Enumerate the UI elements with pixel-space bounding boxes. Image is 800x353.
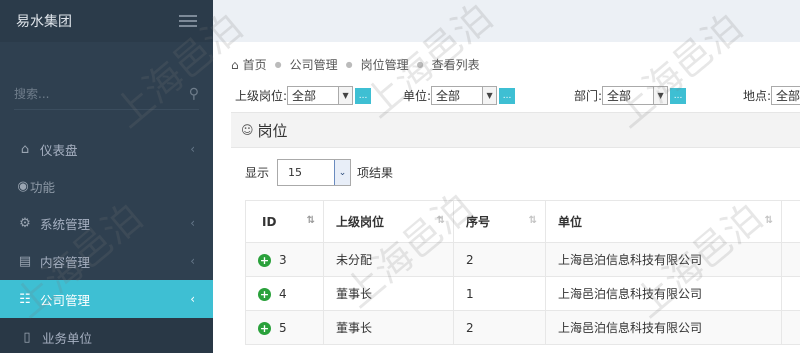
globe-icon: ◉ — [17, 178, 29, 194]
document-icon: ▯ — [23, 329, 31, 345]
sidebar-section-functions: ◉ 功能 — [0, 168, 213, 204]
sidebar-item-company[interactable]: ☷ 公司管理 ‹ — [0, 280, 213, 318]
sidebar-nav: ⌂ 仪表盘 ‹ ◉ 功能 ⚙ 系统管理 ‹ ▤ 内容管理 ‹ ☷ 公司管理 ‹ … — [0, 130, 213, 353]
search-input[interactable] — [14, 86, 164, 101]
table-row[interactable]: +4 董事长 1 上海邑泊信息科技有限公司 — [245, 276, 800, 311]
chevron-left-icon: ‹ — [190, 216, 195, 230]
sort-icon: ⇅ — [436, 215, 445, 226]
sort-icon: ⇅ — [528, 215, 537, 226]
sidebar: 易水集团 ⚲ ⌂ 仪表盘 ‹ ◉ 功能 ⚙ 系统管理 ‹ ▤ 内容管理 ‹ ☷ … — [0, 0, 213, 353]
org-chart-icon: ☷ — [19, 291, 31, 307]
chevron-left-icon: ‹ — [190, 254, 195, 268]
filter-label: 上级岗位: — [235, 89, 288, 103]
sidebar-item-label: 业务单位 — [42, 330, 93, 346]
length-suffix: 项结果 — [357, 166, 394, 180]
filter-label: 地点: — [743, 89, 772, 103]
column-header-seq[interactable]: 序号 ⇅ — [453, 200, 546, 243]
table-row[interactable]: +5 董事长 2 上海邑泊信息科技有限公司 — [245, 310, 800, 345]
filter-bar: 上级岗位: 全部 ▼ ... 单位: 全部 ▼ ... 部门: 全部 ▼ ...… — [235, 86, 800, 108]
chevron-left-icon: ‹ — [190, 142, 195, 156]
brand-bar: 易水集团 — [0, 0, 213, 42]
column-header-more[interactable] — [781, 200, 800, 243]
chevron-left-icon: ‹ — [190, 292, 195, 306]
expand-plus-icon[interactable]: + — [258, 321, 271, 335]
parent-position-more-button[interactable]: ... — [355, 87, 372, 104]
breadcrumb-positions[interactable]: 岗位管理 — [361, 56, 409, 73]
sidebar-item-label: 仪表盘 — [40, 142, 78, 158]
length-prefix: 显示 — [245, 166, 270, 180]
filter-parent-position: 上级岗位: 全部 ▼ ... — [235, 86, 372, 105]
breadcrumb-current: 查看列表 — [431, 58, 480, 72]
positions-table: ID ⇅ 上级岗位 ⇅ 序号 ⇅ 单位 ⇅ +3 未分配 2 上海邑泊信息科技有限公司 … — [245, 200, 800, 345]
filter-label: 部门: — [574, 89, 603, 103]
expand-plus-icon[interactable]: + — [258, 287, 271, 301]
chevron-down-icon: ▼ — [338, 87, 353, 104]
expand-plus-icon[interactable]: + — [258, 253, 271, 267]
sidebar-item-label: 公司管理 — [40, 292, 91, 308]
column-header-id[interactable]: ID ⇅ — [245, 200, 324, 243]
breadcrumb-separator: ● — [345, 60, 353, 69]
home-icon[interactable]: ⌂ — [231, 58, 239, 72]
panel-title: ☺ 岗位 — [231, 112, 800, 148]
breadcrumb-home[interactable]: 首页 — [243, 56, 267, 73]
location-select[interactable]: 全部 — [771, 86, 800, 105]
sidebar-item-business-unit[interactable]: ▯ 业务单位 — [0, 318, 213, 353]
chevron-down-icon: ▼ — [653, 87, 668, 104]
gear-icon: ⚙ — [19, 215, 31, 231]
breadcrumb-company[interactable]: 公司管理 — [290, 56, 338, 73]
sidebar-item-dashboard[interactable]: ⌂ 仪表盘 ‹ — [0, 130, 213, 168]
department-more-button[interactable]: ... — [670, 87, 687, 104]
main-content: ⌂ 首页 ● 公司管理 ● 岗位管理 ● 查看列表 上级岗位: 全部 ▼ ...… — [213, 42, 800, 353]
page-size-select[interactable]: 15 ⌄ — [277, 159, 352, 186]
filter-location: 地点: 全部 — [743, 86, 800, 105]
sidebar-item-label: 系统管理 — [40, 216, 91, 232]
sidebar-item-label: 功能 — [30, 179, 56, 195]
filter-department: 部门: 全部 ▼ ... — [574, 86, 687, 105]
column-header-unit[interactable]: 单位 ⇅ — [545, 200, 782, 243]
table-row[interactable]: +3 未分配 2 上海邑泊信息科技有限公司 — [245, 242, 800, 277]
breadcrumb-separator: ● — [274, 60, 282, 69]
sidebar-item-content[interactable]: ▤ 内容管理 ‹ — [0, 242, 213, 280]
breadcrumb-separator: ● — [416, 60, 424, 69]
unit-select[interactable]: 全部 ▼ — [431, 86, 498, 105]
table-header-row: ID ⇅ 上级岗位 ⇅ 序号 ⇅ 单位 ⇅ — [245, 200, 800, 243]
chevron-down-icon: ▼ — [482, 87, 497, 104]
user-icon: ☺ — [241, 123, 254, 137]
page-title: 岗位 — [257, 121, 288, 140]
chevron-down-icon: ⌄ — [334, 160, 351, 185]
newspaper-icon: ▤ — [18, 253, 32, 269]
home-icon: ⌂ — [20, 141, 30, 157]
brand-name: 易水集团 — [16, 14, 72, 30]
breadcrumb: ⌂ 首页 ● 公司管理 ● 岗位管理 ● 查看列表 — [231, 56, 480, 73]
unit-more-button[interactable]: ... — [499, 87, 516, 104]
sidebar-item-system[interactable]: ⚙ 系统管理 ‹ — [0, 204, 213, 242]
parent-position-select[interactable]: 全部 ▼ — [287, 86, 354, 105]
department-select[interactable]: 全部 ▼ — [602, 86, 669, 105]
length-menu: 显示 15 ⌄ 项结果 — [245, 159, 393, 186]
sidebar-item-label: 内容管理 — [40, 254, 91, 270]
sort-icon: ⇅ — [764, 215, 773, 226]
sort-asc-icon: ⇅ — [306, 215, 315, 226]
column-header-parent[interactable]: 上级岗位 ⇅ — [323, 200, 454, 243]
filter-unit: 单位: 全部 ▼ ... — [403, 86, 516, 105]
menu-toggle-icon[interactable] — [179, 15, 197, 27]
filter-label: 单位: — [403, 89, 432, 103]
sidebar-search: ⚲ — [14, 78, 199, 110]
search-icon[interactable]: ⚲ — [189, 86, 199, 102]
